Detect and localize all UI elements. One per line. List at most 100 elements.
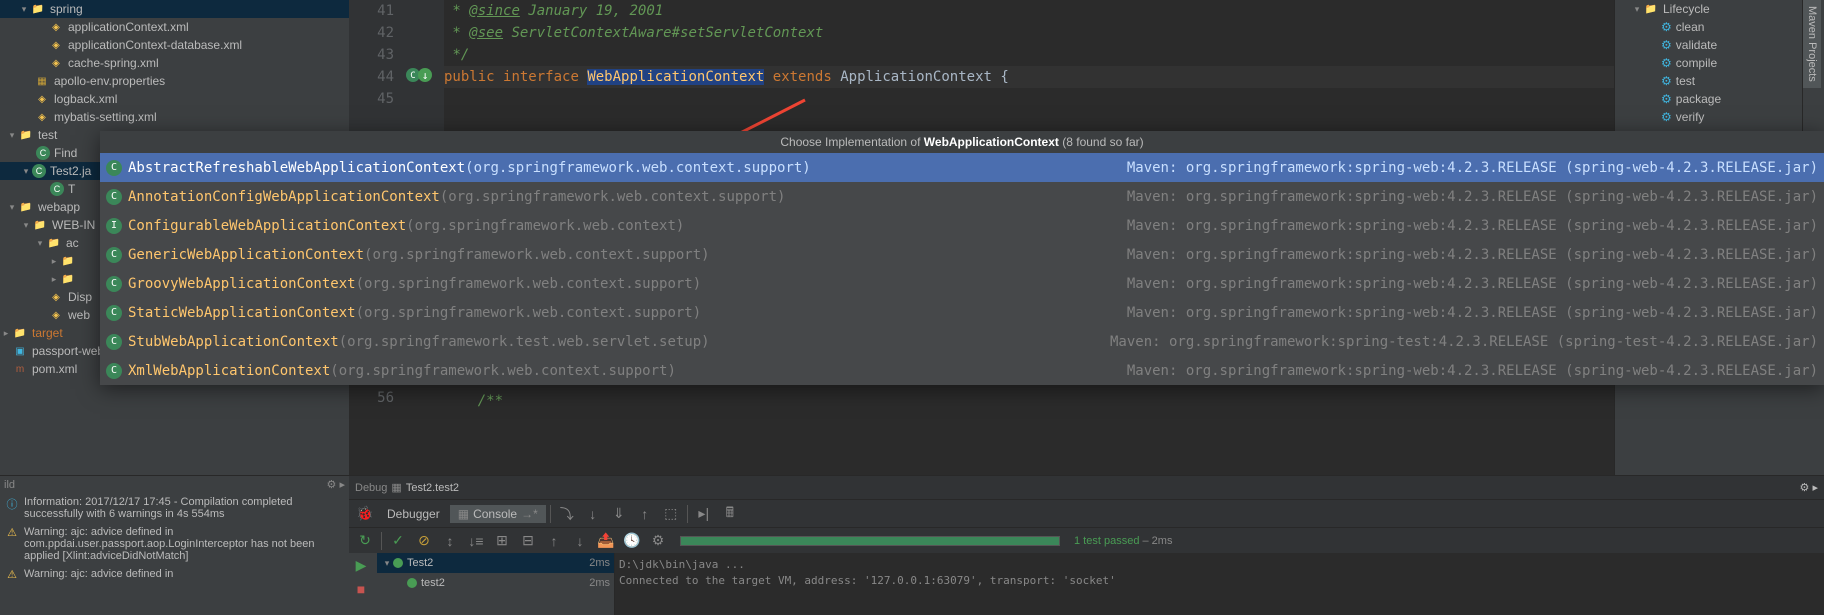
drop-frame-button[interactable]: ⬚ — [659, 502, 683, 526]
step-out-button[interactable]: ↑ — [633, 502, 657, 526]
passed-icon — [407, 578, 417, 588]
maven-goal[interactable]: ⚙clean — [1615, 18, 1824, 36]
run-to-cursor-button[interactable]: ▸| — [692, 502, 716, 526]
chevron-down-icon: ▾ — [1631, 4, 1643, 15]
settings-button[interactable]: ⚙ — [646, 529, 670, 553]
implementation-list-item[interactable]: CGenericWebApplicationContext (org.sprin… — [100, 240, 1824, 269]
sort-button[interactable]: ↕ — [438, 529, 462, 553]
resume-button[interactable]: ▶ — [349, 553, 373, 577]
code-line[interactable]: * @see ServletContextAware#setServletCon… — [444, 22, 1614, 44]
tree-node-file[interactable]: ▦apollo-env.properties — [0, 72, 349, 90]
code-line[interactable]: * @since January 19, 2001 — [444, 0, 1614, 22]
stop-button[interactable]: ■ — [349, 577, 373, 601]
class-name: XmlWebApplicationContext — [128, 363, 330, 379]
tree-node-file[interactable]: ◈applicationContext.xml — [0, 18, 349, 36]
tree-label: T — [68, 182, 75, 196]
tree-label: web — [68, 308, 90, 322]
source-jar: Maven: org.springframework:spring-web:4.… — [1127, 218, 1818, 234]
filter-button[interactable]: ↓≡ — [464, 529, 488, 553]
maven-goal[interactable]: ⚙test — [1615, 72, 1824, 90]
type-name: WebApplicationContext — [587, 69, 764, 85]
tab-debugger[interactable]: Debugger — [379, 505, 448, 523]
svg-text:↓: ↓ — [422, 69, 429, 82]
maven-projects-tab[interactable]: Maven Projects — [1802, 0, 1824, 131]
step-over-button[interactable]: ⤵ — [555, 502, 579, 526]
chevron-down-icon: ▾ — [18, 4, 30, 15]
implementation-gutter-icon[interactable]: C↓ — [405, 66, 439, 88]
show-ignored-button[interactable]: ⊘ — [412, 529, 436, 553]
tree-node-spring-folder[interactable]: ▾📁spring — [0, 0, 349, 18]
maven-goal[interactable]: ⚙validate — [1615, 36, 1824, 54]
gear-icon: ⚙ — [1661, 56, 1672, 70]
goal-label: validate — [1676, 38, 1717, 52]
export-button[interactable]: 📤 — [594, 529, 618, 553]
folder-icon: 📁 — [12, 325, 28, 341]
show-passed-button[interactable]: ✓ — [386, 529, 410, 553]
implementation-list-item[interactable]: CGroovyWebApplicationContext (org.spring… — [100, 269, 1824, 298]
chevron-down-icon: ▾ — [6, 202, 18, 213]
implementation-list-item[interactable]: CAnnotationConfigWebApplicationContext (… — [100, 182, 1824, 211]
xml-icon: ◈ — [48, 19, 64, 35]
build-warning-item[interactable]: ⚠Warning: ajc: advice defined in com.ppd… — [0, 523, 349, 565]
brace: { — [1000, 69, 1008, 85]
maven-goal[interactable]: ⚙verify — [1615, 108, 1824, 126]
tab-console[interactable]: ▦Console→* — [450, 505, 546, 523]
tree-label: mybatis-setting.xml — [54, 110, 157, 124]
tree-label: WEB-IN — [52, 218, 95, 232]
panel-title: Debug — [355, 482, 387, 494]
implementation-list-item[interactable]: CAbstractRefreshableWebApplicationContex… — [100, 153, 1824, 182]
goal-label: verify — [1676, 110, 1705, 124]
rerun-button[interactable]: 🐞 — [353, 502, 377, 526]
message-text: Information: 2017/12/17 17:45 - Compilat… — [24, 496, 345, 520]
prev-button[interactable]: ↑ — [542, 529, 566, 553]
implementation-list-item[interactable]: IConfigurableWebApplicationContext (org.… — [100, 211, 1824, 240]
force-step-into-button[interactable]: ⇓ — [607, 502, 631, 526]
collapse-button[interactable]: ⊟ — [516, 529, 540, 553]
message-text: Warning: ajc: advice defined in com.ppda… — [24, 526, 345, 562]
expand-button[interactable]: ⊞ — [490, 529, 514, 553]
tree-label: Disp — [68, 290, 92, 304]
test-tree-item[interactable]: ▾Test22ms — [377, 553, 614, 573]
build-header[interactable]: ild⚙ ▸ — [0, 475, 349, 493]
folder-icon: 📁 — [60, 253, 76, 269]
code-line[interactable] — [444, 88, 1614, 110]
interface-icon: I — [106, 218, 122, 234]
tree-label: pom.xml — [32, 362, 77, 376]
rerun-button[interactable]: ↻ — [353, 529, 377, 553]
tree-node-file[interactable]: ◈logback.xml — [0, 90, 349, 108]
gear-icon[interactable]: ⚙ ▸ — [1800, 481, 1818, 494]
code-line[interactable]: public interface WebApplicationContext e… — [444, 66, 1614, 88]
implementation-list-item[interactable]: CStaticWebApplicationContext (org.spring… — [100, 298, 1824, 327]
build-info-item[interactable]: ⓘInformation: 2017/12/17 17:45 - Compila… — [0, 493, 349, 523]
next-button[interactable]: ↓ — [568, 529, 592, 553]
gutter-line-number: 56 — [349, 390, 394, 412]
gutter-line-number: 41 — [349, 0, 394, 22]
implementation-list-item[interactable]: CXmlWebApplicationContext (org.springfra… — [100, 356, 1824, 385]
source-jar: Maven: org.springframework:spring-web:4.… — [1127, 276, 1818, 292]
code-line[interactable]: /** — [444, 390, 503, 412]
maven-lifecycle-node[interactable]: ▾📁Lifecycle — [1615, 0, 1824, 18]
code-line[interactable]: */ — [444, 44, 1614, 66]
maven-goal[interactable]: ⚙package — [1615, 90, 1824, 108]
step-into-button[interactable]: ↓ — [581, 502, 605, 526]
folder-icon: 📁 — [1643, 1, 1659, 17]
history-button[interactable]: 🕓 — [620, 529, 644, 553]
tree-node-file[interactable]: ◈mybatis-setting.xml — [0, 108, 349, 126]
package-name: (org.springframework.web.context.support… — [330, 363, 676, 379]
evaluate-button[interactable]: 🖩 — [718, 502, 742, 526]
implementation-list-item[interactable]: CStubWebApplicationContext (org.springfr… — [100, 327, 1824, 356]
tree-node-file[interactable]: ◈applicationContext-database.xml — [0, 36, 349, 54]
maven-goal[interactable]: ⚙compile — [1615, 54, 1824, 72]
chevron-down-icon: ▾ — [6, 130, 18, 141]
tree-label: apollo-env.properties — [54, 74, 165, 88]
doc-value: #setServletContext — [672, 25, 824, 41]
tree-label: Find — [54, 146, 77, 160]
tree-node-file[interactable]: ◈cache-spring.xml — [0, 54, 349, 72]
gear-icon[interactable]: ⚙ ▸ — [327, 478, 345, 491]
build-warning-item[interactable]: ⚠Warning: ajc: advice defined in — [0, 565, 349, 584]
console-output[interactable]: D:\jdk\bin\java ... Connected to the tar… — [615, 553, 1824, 615]
class-name: AbstractRefreshableWebApplicationContext — [128, 160, 465, 176]
test-tree-item[interactable]: test22ms — [377, 573, 614, 593]
iml-icon: ▣ — [12, 343, 28, 359]
doc-value: January 19, 2001 — [528, 3, 663, 19]
